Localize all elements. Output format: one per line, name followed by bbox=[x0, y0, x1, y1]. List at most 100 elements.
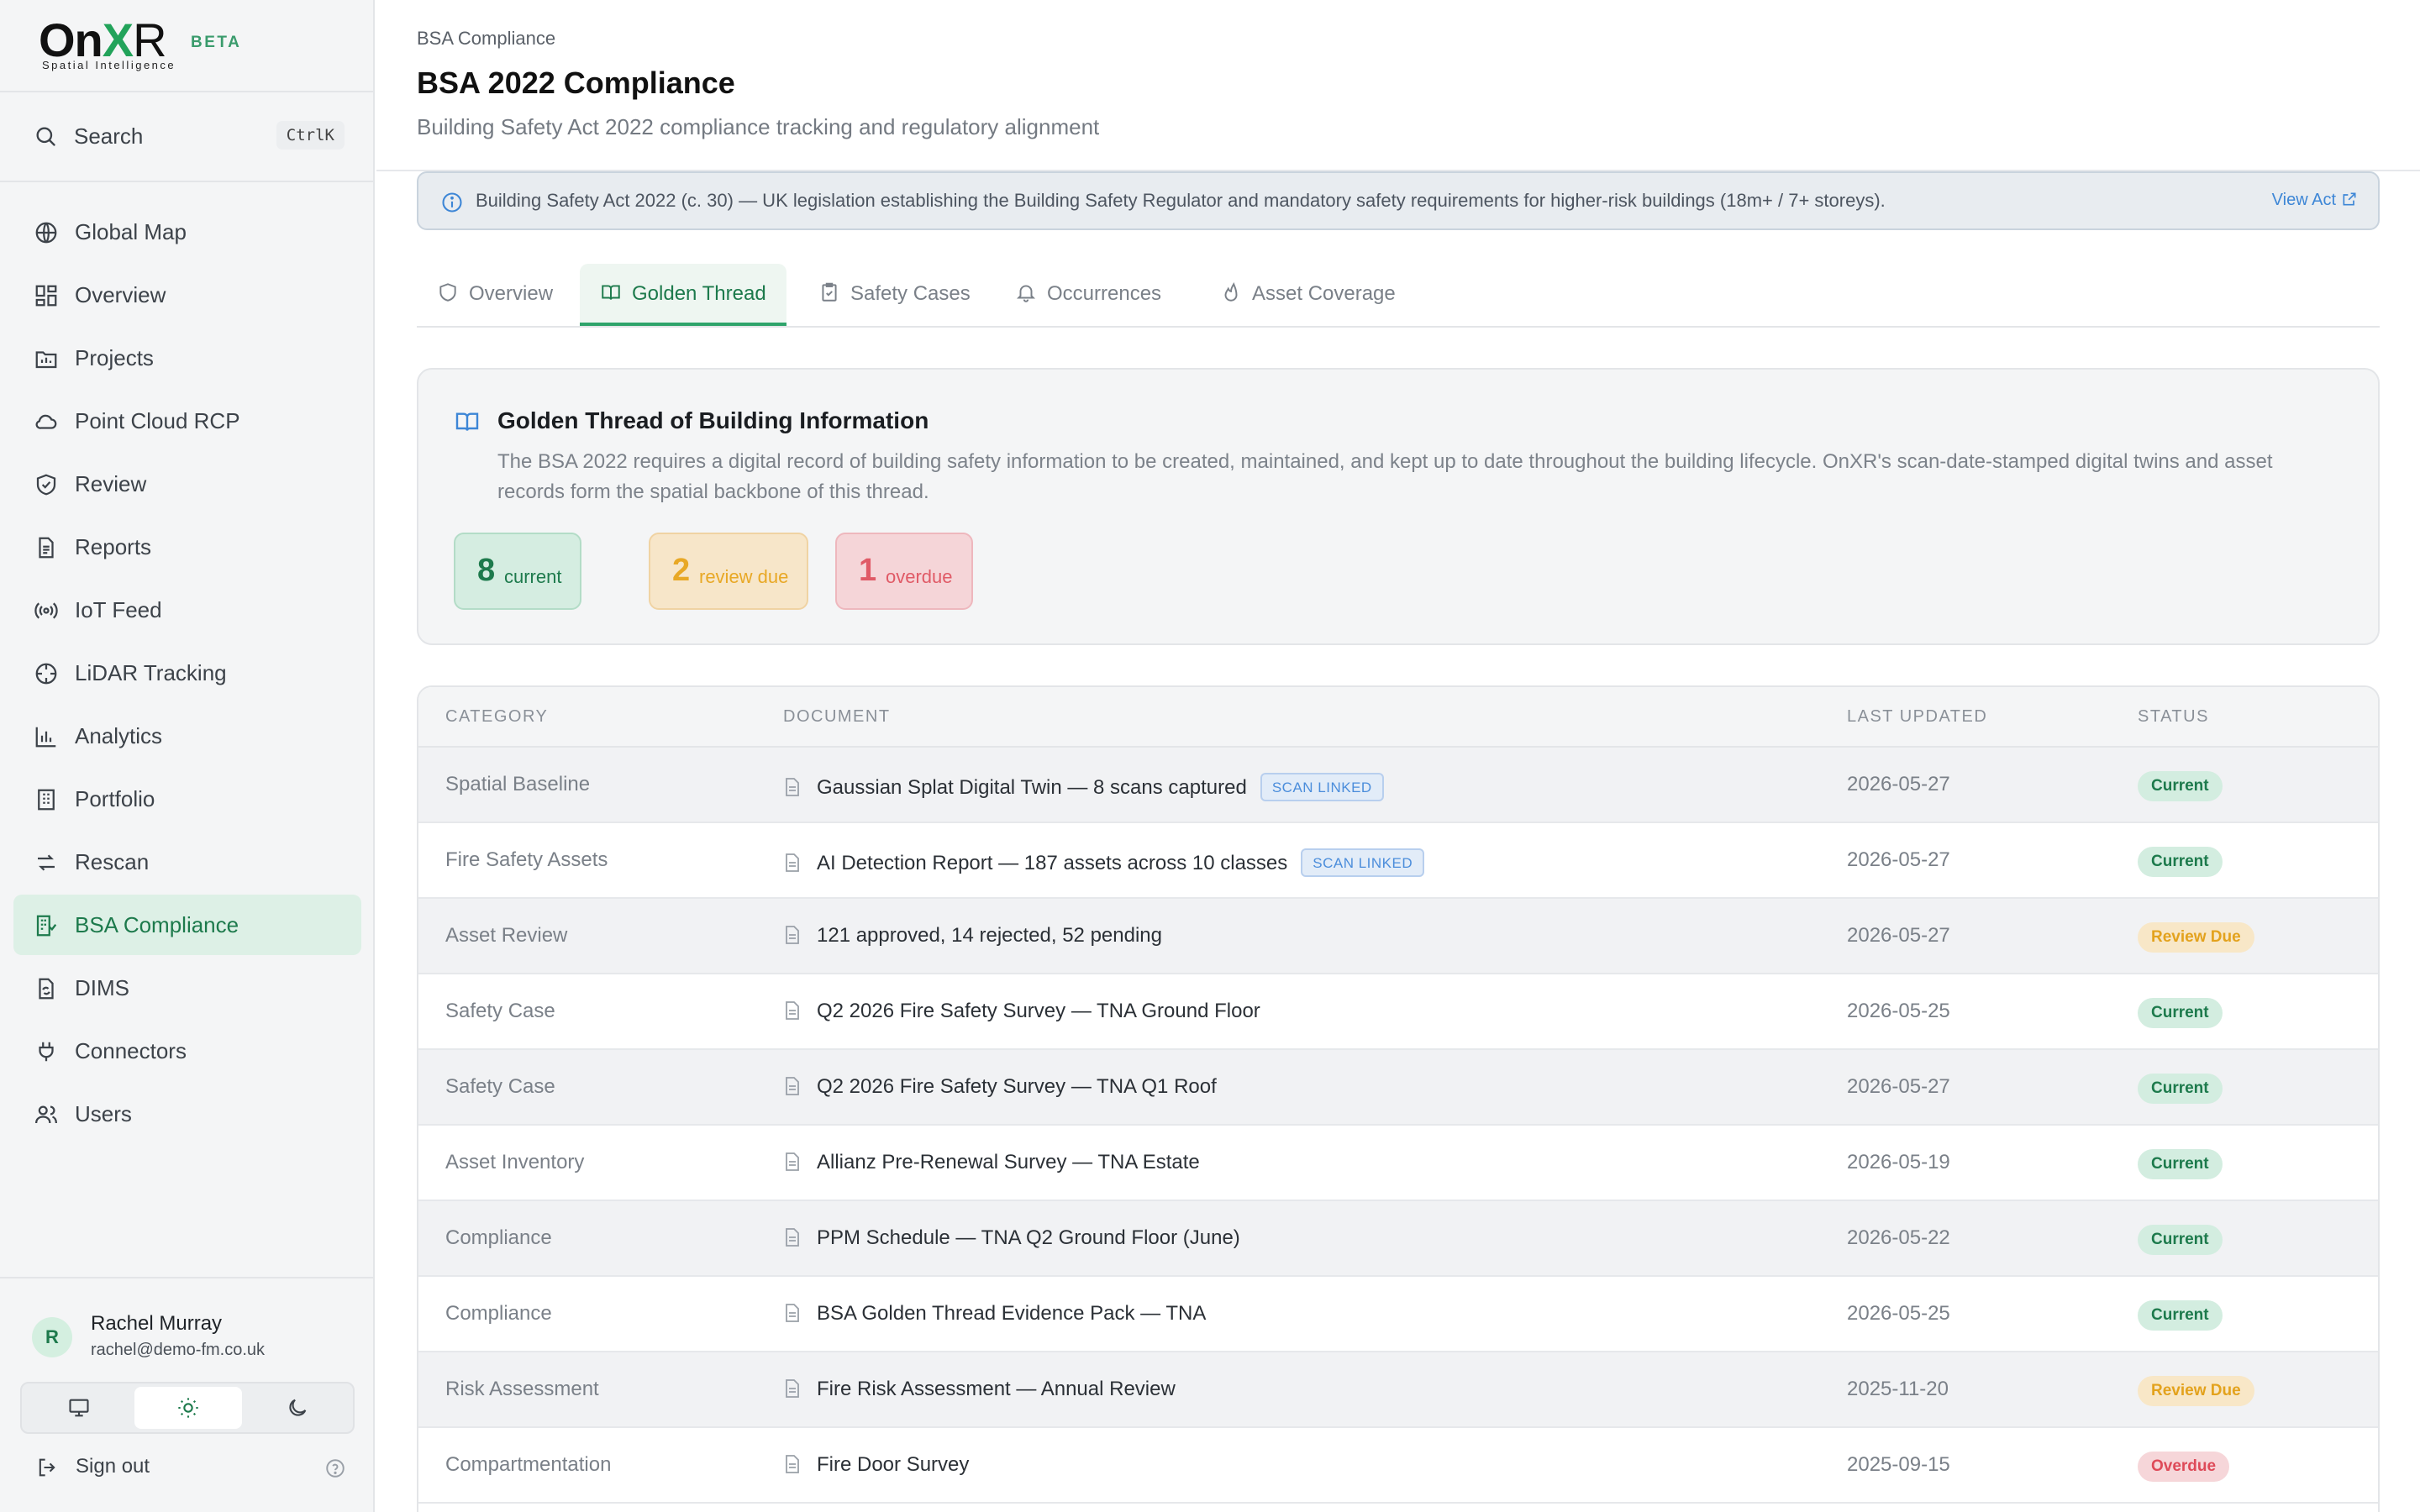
sidebar-item-dims[interactable]: DIMS bbox=[13, 958, 361, 1018]
table-row[interactable]: Fire Safety Assets AI Detection Report — … bbox=[418, 823, 2378, 899]
banner-text: Building Safety Act 2022 (c. 30) — UK le… bbox=[476, 190, 1886, 211]
document-icon bbox=[786, 1001, 799, 1020]
sidebar-item-overview[interactable]: Overview bbox=[13, 265, 361, 325]
sidebar-item-label: Rescan bbox=[75, 849, 150, 874]
monitor-icon bbox=[69, 1399, 89, 1417]
sidebar-item-users[interactable]: Users bbox=[13, 1084, 361, 1144]
document-title: Q2 2026 Fire Safety Survey — TNA Q1 Roof bbox=[817, 1075, 1217, 1098]
stat-overdue[interactable]: 1 overdue bbox=[835, 533, 973, 610]
theme-system-button[interactable] bbox=[25, 1387, 133, 1429]
status-badge: Review Due bbox=[2138, 922, 2254, 953]
tab-safety-cases[interactable]: Safety Cases bbox=[798, 264, 983, 324]
tab-bar: Overview Golden Thread Safety Cases Occu… bbox=[417, 264, 2380, 328]
table-row[interactable]: Compartmentation Fire Door Survey 2025-09-… bbox=[418, 1428, 2378, 1504]
page-subtitle: Building Safety Act 2022 compliance trac… bbox=[417, 114, 1100, 139]
theme-toggle bbox=[20, 1382, 355, 1434]
moon-icon bbox=[289, 1399, 307, 1416]
divider bbox=[0, 1277, 373, 1278]
cell-last-updated: 2026-05-19 bbox=[1847, 1151, 1950, 1173]
table-row[interactable]: Safety Case Q2 2026 Fire Safety Survey — … bbox=[418, 974, 2378, 1050]
book-open-icon bbox=[455, 412, 479, 431]
table-row[interactable]: Risk Assessment Fire Risk Assessment — An… bbox=[418, 1352, 2378, 1428]
golden-thread-title: Golden Thread of Building Information bbox=[497, 407, 929, 433]
sign-out-button[interactable]: Sign out bbox=[35, 1451, 346, 1484]
breadcrumb[interactable]: BSA Compliance bbox=[417, 28, 555, 50]
cell-status: Current bbox=[2138, 1149, 2223, 1179]
column-header-category[interactable]: CATEGORY bbox=[445, 707, 548, 727]
flame-icon bbox=[1224, 282, 1238, 302]
column-header-status[interactable]: STATUS bbox=[2138, 707, 2209, 727]
document-title: Allianz Pre-Renewal Survey — TNA Estate bbox=[817, 1151, 1200, 1173]
sidebar-item-label: DIMS bbox=[75, 975, 129, 1000]
file-text-icon bbox=[39, 537, 54, 559]
sidebar-item-point-cloud[interactable]: Point Cloud RCP bbox=[13, 391, 361, 451]
sidebar-item-iot-feed[interactable]: IoT Feed bbox=[13, 580, 361, 640]
column-header-document[interactable]: DOCUMENT bbox=[783, 707, 891, 727]
tab-golden-thread[interactable]: Golden Thread bbox=[580, 264, 786, 326]
cell-document[interactable]: Gaussian Splat Digital Twin — 8 scans ca… bbox=[783, 773, 1384, 801]
user-profile[interactable]: R Rachel Murray rachel@demo-fm.co.uk bbox=[32, 1310, 351, 1369]
status-badge: Overdue bbox=[2138, 1452, 2230, 1482]
sidebar-item-rescan[interactable]: Rescan bbox=[13, 832, 361, 892]
sidebar-item-review[interactable]: Review bbox=[13, 454, 361, 514]
cell-document[interactable]: 121 approved, 14 rejected, 52 pending bbox=[783, 924, 1162, 948]
tab-occurrences[interactable]: Occurrences bbox=[995, 264, 1188, 324]
sidebar-item-analytics[interactable]: Analytics bbox=[13, 706, 361, 766]
refresh-icon bbox=[38, 854, 55, 871]
help-icon[interactable] bbox=[324, 1457, 346, 1479]
cell-document[interactable]: BSA Golden Thread Evidence Pack — TNA bbox=[783, 1302, 1206, 1326]
stat-label: current bbox=[504, 566, 562, 587]
sidebar-item-reports[interactable]: Reports bbox=[13, 517, 361, 577]
document-icon bbox=[786, 1152, 799, 1171]
table-row[interactable]: Compliance BSA Golden Thread Evidence Pac… bbox=[418, 1277, 2378, 1352]
building-icon bbox=[38, 789, 55, 811]
sidebar-item-label: BSA Compliance bbox=[75, 912, 239, 937]
theme-dark-button[interactable] bbox=[244, 1387, 351, 1429]
cell-document[interactable]: PPM Schedule — TNA Q2 Ground Floor (June… bbox=[783, 1226, 1240, 1250]
document-icon bbox=[786, 1379, 799, 1398]
cell-status: Review Due bbox=[2138, 922, 2254, 953]
user-name: Rachel Murray bbox=[91, 1312, 223, 1335]
sidebar-item-projects[interactable]: Projects bbox=[13, 328, 361, 388]
table-row[interactable]: Safety Case Q2 2026 Fire Safety Survey — … bbox=[418, 1050, 2378, 1126]
cell-document[interactable]: AI Detection Report — 187 assets across … bbox=[783, 848, 1425, 877]
sidebar-item-connectors[interactable]: Connectors bbox=[13, 1021, 361, 1081]
sidebar-item-global-map[interactable]: Global Map bbox=[13, 202, 361, 262]
cell-last-updated: 2025-11-20 bbox=[1847, 1378, 1949, 1400]
stat-review-due[interactable]: 2 review due bbox=[649, 533, 808, 610]
tab-overview[interactable]: Overview bbox=[417, 264, 568, 324]
sidebar-item-label: Global Map bbox=[75, 219, 187, 244]
cell-document[interactable]: Fire Risk Assessment — Annual Review bbox=[783, 1378, 1176, 1401]
stat-current[interactable]: 8 current bbox=[454, 533, 581, 610]
sidebar-item-lidar[interactable]: LiDAR Tracking bbox=[13, 643, 361, 703]
sidebar-item-bsa-compliance[interactable]: BSA Compliance bbox=[13, 895, 361, 955]
theme-light-button[interactable] bbox=[134, 1387, 242, 1429]
cell-last-updated: 2026-05-25 bbox=[1847, 1302, 1950, 1325]
table-row[interactable]: Spatial Baseline Gaussian Splat Digital T… bbox=[418, 748, 2378, 823]
document-title: PPM Schedule — TNA Q2 Ground Floor (June… bbox=[817, 1226, 1240, 1249]
column-header-last-updated[interactable]: LAST UPDATED bbox=[1847, 707, 1987, 727]
cell-document[interactable]: Q2 2026 Fire Safety Survey — TNA Q1 Roof bbox=[783, 1075, 1217, 1099]
search-label: Search bbox=[74, 123, 144, 149]
cell-last-updated: 2026-05-27 bbox=[1847, 773, 1950, 795]
view-act-link[interactable]: View Act bbox=[2272, 191, 2358, 210]
table-row[interactable]: Asset Review 121 approved, 14 rejected, 5… bbox=[418, 899, 2378, 974]
tab-asset-coverage[interactable]: Asset Coverage bbox=[1200, 264, 1410, 324]
cell-document[interactable]: Allianz Pre-Renewal Survey — TNA Estate bbox=[783, 1151, 1200, 1174]
cell-last-updated: 2025-09-15 bbox=[1847, 1453, 1950, 1476]
search-button[interactable]: Search CtrlK bbox=[13, 111, 360, 161]
cell-document[interactable]: Q2 2026 Fire Safety Survey — TNA Ground … bbox=[783, 1000, 1260, 1023]
search-shortcut: CtrlK bbox=[276, 121, 345, 150]
document-title: Gaussian Splat Digital Twin — 8 scans ca… bbox=[817, 776, 1247, 799]
radio-icon bbox=[34, 602, 58, 619]
sun-icon bbox=[178, 1398, 198, 1418]
cell-category: Spatial Baseline bbox=[445, 773, 591, 795]
cell-category: Asset Inventory bbox=[445, 1151, 585, 1173]
cell-document[interactable]: Fire Door Survey bbox=[783, 1453, 969, 1477]
table-row[interactable]: Asset Inventory Allianz Pre-Renewal Surve… bbox=[418, 1126, 2378, 1201]
sidebar-item-portfolio[interactable]: Portfolio bbox=[13, 769, 361, 829]
document-icon bbox=[786, 1228, 799, 1247]
table-row[interactable]: Compliance PPM Schedule — TNA Q2 Ground F… bbox=[418, 1201, 2378, 1277]
sidebar-item-label: IoT Feed bbox=[75, 597, 162, 622]
onxr-logo[interactable]: OnXR bbox=[39, 15, 167, 66]
